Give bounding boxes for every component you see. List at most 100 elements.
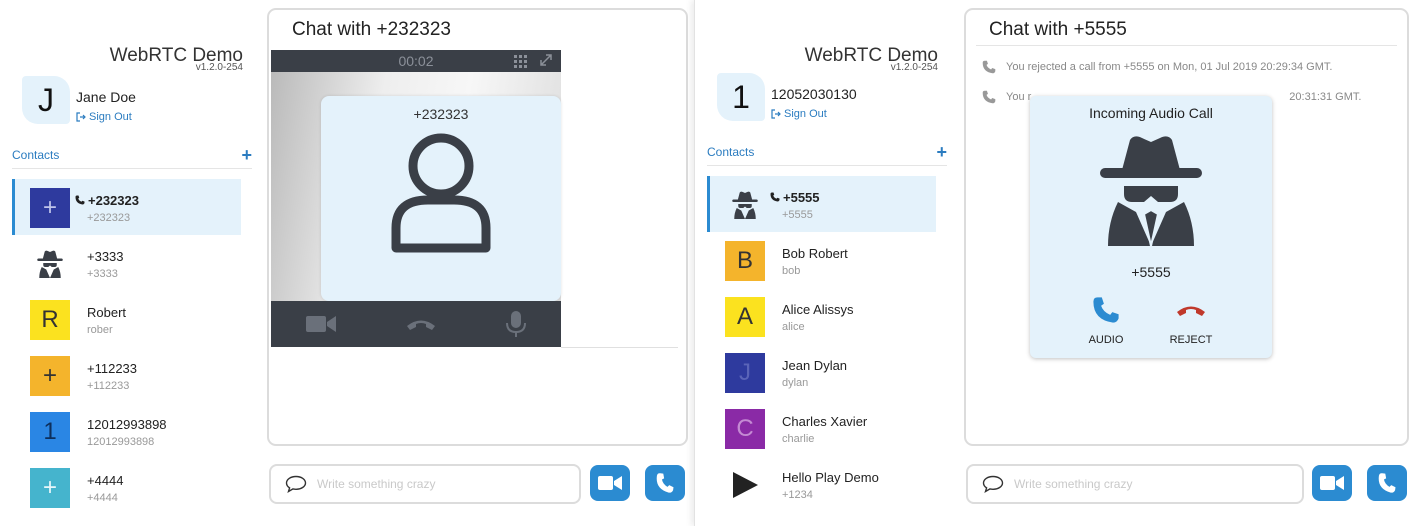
contact-subtitle: bob <box>782 265 801 277</box>
phone-icon <box>770 192 780 202</box>
contact-subtitle: +5555 <box>782 209 813 221</box>
audio-call-button[interactable] <box>645 465 685 501</box>
contact-name: +4444 <box>87 473 124 488</box>
contact-avatar: R <box>30 300 70 340</box>
caller-number: +5555 <box>1131 264 1171 280</box>
contact-name: Robert <box>87 305 127 320</box>
hangup-icon[interactable] <box>405 317 437 331</box>
message-input[interactable] <box>1014 477 1254 491</box>
answer-audio-button[interactable]: AUDIO <box>1076 296 1136 346</box>
contact-item[interactable]: + +232323 +232323 <box>12 179 241 235</box>
speech-bubble-icon <box>285 475 307 493</box>
spy-icon <box>30 244 70 284</box>
contact-name: +3333 <box>87 249 124 264</box>
message-input-box[interactable] <box>966 464 1304 504</box>
phone-icon <box>656 473 674 493</box>
contact-item[interactable]: C Charles Xavier charlie <box>707 400 936 456</box>
contact-item[interactable]: A Alice Alissys alice <box>707 288 936 344</box>
version-label: v1.2.0-254 <box>890 62 938 73</box>
message-input[interactable] <box>317 477 557 491</box>
user-avatar: 1 <box>717 73 765 121</box>
divider <box>976 45 1397 46</box>
contact-item[interactable]: 1 12012993898 12012993898 <box>12 403 241 459</box>
speech-bubble-icon <box>982 475 1004 493</box>
contact-subtitle: +112233 <box>87 380 130 392</box>
sign-out-icon <box>771 109 781 119</box>
user-silhouette-icon <box>391 133 491 253</box>
reject-call-label: REJECT <box>1169 334 1213 346</box>
contact-item[interactable]: J Jean Dylan dylan <box>707 344 936 400</box>
play-icon <box>725 465 765 505</box>
contact-name: +232323 <box>75 193 139 208</box>
phone-icon <box>1093 297 1119 323</box>
sign-out-link[interactable]: Sign Out <box>771 108 827 120</box>
contact-item[interactable]: +3333 +3333 <box>12 235 241 291</box>
contacts-label: Contacts <box>707 145 755 159</box>
call-controls-bar <box>271 301 561 347</box>
add-contact-button[interactable]: + <box>241 146 252 164</box>
video-top-bar: 00:02 <box>271 50 561 72</box>
video-call-area: 00:02 +232323 <box>271 50 561 347</box>
contact-subtitle: +3333 <box>87 268 118 280</box>
add-contact-button[interactable]: + <box>936 143 947 161</box>
video-call-button[interactable] <box>590 465 630 501</box>
sign-out-link[interactable]: Sign Out <box>76 111 132 123</box>
contact-avatar: + <box>30 188 70 228</box>
contact-avatar: J <box>725 353 765 393</box>
version-label: v1.2.0-254 <box>195 62 243 73</box>
divider <box>561 347 678 348</box>
contact-subtitle: rober <box>87 324 113 336</box>
chat-title: Chat with +232323 <box>292 19 451 40</box>
contact-subtitle: +4444 <box>87 492 118 504</box>
sign-out-label: Sign Out <box>784 108 827 120</box>
remote-participant-card: +232323 <box>321 96 561 301</box>
sign-out-icon <box>76 112 86 122</box>
contact-item[interactable]: +5555 +5555 <box>707 176 936 232</box>
contact-subtitle: charlie <box>782 433 815 445</box>
contacts-header: Contacts + <box>12 146 252 169</box>
contact-avatar: B <box>725 241 765 281</box>
message-input-box[interactable] <box>269 464 581 504</box>
reject-call-button[interactable]: REJECT <box>1161 296 1221 346</box>
contact-name: Charles Xavier <box>782 414 868 429</box>
phone-icon <box>982 90 996 104</box>
video-camera-icon[interactable] <box>305 313 337 335</box>
contact-name: Jean Dylan <box>782 358 848 373</box>
contact-avatar: + <box>30 356 70 396</box>
contact-subtitle: dylan <box>782 377 809 389</box>
sidebar: WebRTC Demo v1.2.0-254 1 12052030130 Sig… <box>695 0 950 526</box>
contact-avatar: 1 <box>30 412 70 452</box>
contact-name: Hello Play Demo <box>782 470 879 485</box>
contact-avatar: A <box>725 297 765 337</box>
microphone-icon[interactable] <box>505 310 527 338</box>
contact-name: Alice Alissys <box>782 302 854 317</box>
contact-subtitle: alice <box>782 321 805 333</box>
contact-item[interactable]: B Bob Robert bob <box>707 232 936 288</box>
contact-name: +112233 <box>87 361 138 376</box>
answer-audio-label: AUDIO <box>1088 334 1124 346</box>
video-call-button[interactable] <box>1312 465 1352 501</box>
webrtc-app-left: WebRTC Demo v1.2.0-254 J Jane Doe Sign O… <box>0 0 694 526</box>
audio-call-button[interactable] <box>1367 465 1407 501</box>
chat-title: Chat with +5555 <box>989 19 1127 40</box>
expand-icon[interactable] <box>539 53 553 67</box>
contact-name-text: +5555 <box>783 190 820 205</box>
chat-panel: Chat with +232323 00:02 +232323 <box>267 8 688 446</box>
spy-icon <box>1100 136 1202 247</box>
contact-item[interactable]: + +112233 +112233 <box>12 347 241 403</box>
sidebar: WebRTC Demo v1.2.0-254 J Jane Doe Sign O… <box>0 0 255 526</box>
sign-out-label: Sign Out <box>89 111 132 123</box>
chat-panel: Chat with +5555 You rejected a call from… <box>964 8 1409 446</box>
grid-icon[interactable] <box>514 55 527 68</box>
contact-item[interactable]: Hello Play Demo +1234 <box>707 456 936 512</box>
contact-item[interactable]: R Robert rober <box>12 291 241 347</box>
contact-name-text: +232323 <box>88 193 139 208</box>
incoming-call-dialog: Incoming Audio Call +5555 AUDIO REJECT <box>1030 96 1272 358</box>
user-avatar: J <box>22 76 70 124</box>
user-name: Jane Doe <box>76 89 136 105</box>
user-name: 12052030130 <box>771 86 857 102</box>
contact-item[interactable]: + +4444 +4444 <box>12 459 241 515</box>
call-log-text: You r <box>1006 91 1032 103</box>
video-camera-icon <box>598 476 622 490</box>
call-log-entry: You rejected a call from +5555 on Mon, 0… <box>982 60 1332 74</box>
